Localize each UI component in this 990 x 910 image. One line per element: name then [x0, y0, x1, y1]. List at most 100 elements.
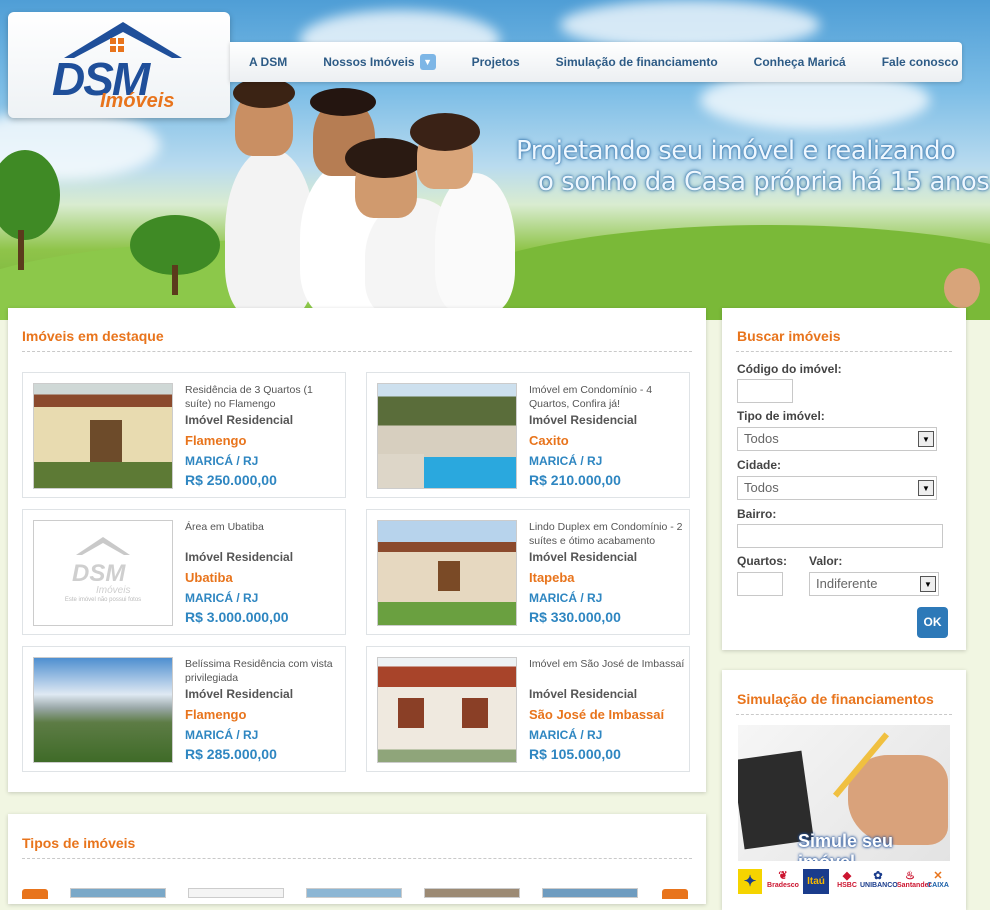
- property-type: Imóvel Residencial: [529, 550, 638, 564]
- svg-text:DSM: DSM: [72, 560, 126, 587]
- property-photo[interactable]: [33, 657, 173, 763]
- type-thumb[interactable]: [70, 888, 166, 898]
- property-type: Imóvel Residencial: [529, 687, 638, 701]
- property-price: R$ 250.000,00: [185, 472, 277, 488]
- property-description: Residência de 3 Quartos (1 suíte) no Fla…: [185, 384, 313, 410]
- hero-tagline: Projetando seu imóvel e realizando o son…: [516, 136, 990, 198]
- divider: [736, 351, 952, 352]
- property-photo[interactable]: [377, 383, 517, 489]
- property-description: Imóvel em São José de Imbassaí: [529, 658, 685, 670]
- rooms-input[interactable]: [737, 572, 783, 596]
- property-card[interactable]: Imóvel em Condomínio - 4 Quartos, Confir…: [366, 372, 690, 498]
- nav-label: A DSM: [249, 55, 288, 69]
- nav-item-simulacao[interactable]: Simulação de financiamento: [556, 55, 718, 69]
- property-card[interactable]: Imóvel em São José de Imbassaí Imóvel Re…: [366, 646, 690, 772]
- financing-banner[interactable]: Simule seu imóvel: [738, 725, 950, 861]
- logo-subtitle: Imóveis: [100, 90, 175, 112]
- property-city: MARICÁ / RJ: [529, 728, 603, 742]
- property-description: Área em Ubatiba: [185, 521, 264, 533]
- nav-item-fale-conosco[interactable]: Fale conosco: [882, 55, 959, 69]
- nav-label: Fale conosco: [881, 55, 959, 69]
- type-thumb[interactable]: [306, 888, 402, 898]
- property-photo[interactable]: [377, 520, 517, 626]
- property-neighborhood[interactable]: Itapeba: [529, 570, 575, 585]
- logo-placeholder-icon: DSM Imóveis: [72, 537, 130, 596]
- type-thumb[interactable]: [542, 888, 638, 898]
- property-price: R$ 285.000,00: [185, 746, 277, 762]
- property-description: Belíssima Residência com vista privilegi…: [185, 658, 333, 684]
- property-type: Imóvel Residencial: [529, 413, 638, 427]
- property-photo-placeholder[interactable]: DSM Imóveis Este imóvel não possui fotos: [33, 520, 173, 626]
- property-city: MARICÁ / RJ: [185, 591, 259, 605]
- property-photo[interactable]: [33, 383, 173, 489]
- type-select[interactable]: Todos ▼: [737, 427, 937, 451]
- type-label: Tipo de imóvel:: [737, 409, 825, 423]
- property-card[interactable]: Belíssima Residência com vista privilegi…: [22, 646, 346, 772]
- chevron-down-icon[interactable]: ▼: [918, 431, 934, 447]
- bank-label: HSBC: [837, 882, 857, 889]
- nav-label: Nossos Imóveis: [323, 55, 415, 69]
- property-card[interactable]: Lindo Duplex em Condomínio - 2 suítes e …: [366, 509, 690, 635]
- hsbc-logo: ◆ HSBC: [837, 870, 857, 889]
- boy-photo: [944, 268, 980, 308]
- divider: [736, 714, 952, 715]
- unibanco-logo: ✿ UNIBANCO: [860, 870, 898, 889]
- property-neighborhood[interactable]: Flamengo: [185, 433, 246, 448]
- value-select-value: Indiferente: [816, 576, 878, 591]
- nav-item-nossos-imoveis[interactable]: Nossos Imóveis ▼: [323, 54, 436, 70]
- itau-logo: Itaú: [803, 869, 829, 894]
- property-neighborhood[interactable]: Ubatiba: [185, 570, 233, 585]
- code-label: Código do imóvel:: [737, 362, 842, 376]
- property-city: MARICÁ / RJ: [185, 728, 259, 742]
- property-card[interactable]: DSM Imóveis Este imóvel não possui fotos…: [22, 509, 346, 635]
- property-neighborhood[interactable]: Flamengo: [185, 707, 246, 722]
- types-panel: Tipos de imóveis: [8, 814, 706, 904]
- logo[interactable]: DSM Imóveis: [8, 12, 230, 118]
- value-label: Valor:: [809, 554, 843, 568]
- main-nav: A DSM Nossos Imóveis ▼ Projetos Simulação…: [230, 42, 962, 82]
- bradesco-logo: ❦ Bradesco: [767, 870, 799, 889]
- value-select[interactable]: Indiferente ▼: [809, 572, 939, 596]
- property-price: R$ 3.000.000,00: [185, 609, 289, 625]
- tagline-line-2: o sonho da Casa própria há 15 anos: [538, 167, 990, 197]
- carousel-next-button[interactable]: [662, 889, 688, 899]
- search-submit-button[interactable]: OK: [917, 607, 948, 638]
- types-title: Tipos de imóveis: [22, 835, 136, 851]
- carousel-prev-button[interactable]: [22, 889, 48, 899]
- property-type: Imóvel Residencial: [185, 687, 294, 701]
- type-thumb[interactable]: [424, 888, 520, 898]
- featured-panel: Imóveis em destaque Residência de 3 Quar…: [8, 308, 706, 792]
- property-neighborhood[interactable]: Caxito: [529, 433, 569, 448]
- chevron-down-icon[interactable]: ▼: [918, 480, 934, 496]
- chevron-down-icon[interactable]: ▼: [920, 576, 936, 592]
- bank-label: CAIXA: [927, 882, 949, 889]
- divider: [22, 351, 692, 352]
- rooms-label: Quartos:: [737, 554, 788, 568]
- santander-logo: ♨ Santander: [897, 870, 932, 889]
- district-label: Bairro:: [737, 507, 777, 521]
- property-card[interactable]: Residência de 3 Quartos (1 suíte) no Fla…: [22, 372, 346, 498]
- chevron-down-icon[interactable]: ▼: [419, 54, 436, 70]
- family-photo: [205, 78, 525, 318]
- city-select[interactable]: Todos ▼: [737, 476, 937, 500]
- bank-label: UNIBANCO: [860, 882, 898, 889]
- city-select-value: Todos: [744, 480, 779, 495]
- tagline-line-1: Projetando seu imóvel e realizando: [516, 136, 956, 166]
- code-input[interactable]: [737, 379, 793, 403]
- property-photo[interactable]: [377, 657, 517, 763]
- nav-item-projetos[interactable]: Projetos: [472, 55, 520, 69]
- caixa-logo: ✕ CAIXA: [927, 870, 949, 889]
- property-price: R$ 210.000,00: [529, 472, 621, 488]
- property-type: Imóvel Residencial: [185, 550, 294, 564]
- property-price: R$ 330.000,00: [529, 609, 621, 625]
- divider: [22, 858, 692, 859]
- property-price: R$ 105.000,00: [529, 746, 621, 762]
- property-neighborhood[interactable]: São José de Imbassaí: [529, 707, 664, 722]
- banco-do-brasil-icon: ✦: [738, 869, 762, 894]
- property-type: Imóvel Residencial: [185, 413, 294, 427]
- nav-item-a-dsm[interactable]: A DSM: [249, 55, 287, 69]
- district-input[interactable]: [737, 524, 943, 548]
- nav-item-conheca-marica[interactable]: Conheça Maricá: [754, 55, 846, 69]
- type-thumb[interactable]: [188, 888, 284, 898]
- nav-label: Projetos: [471, 55, 520, 69]
